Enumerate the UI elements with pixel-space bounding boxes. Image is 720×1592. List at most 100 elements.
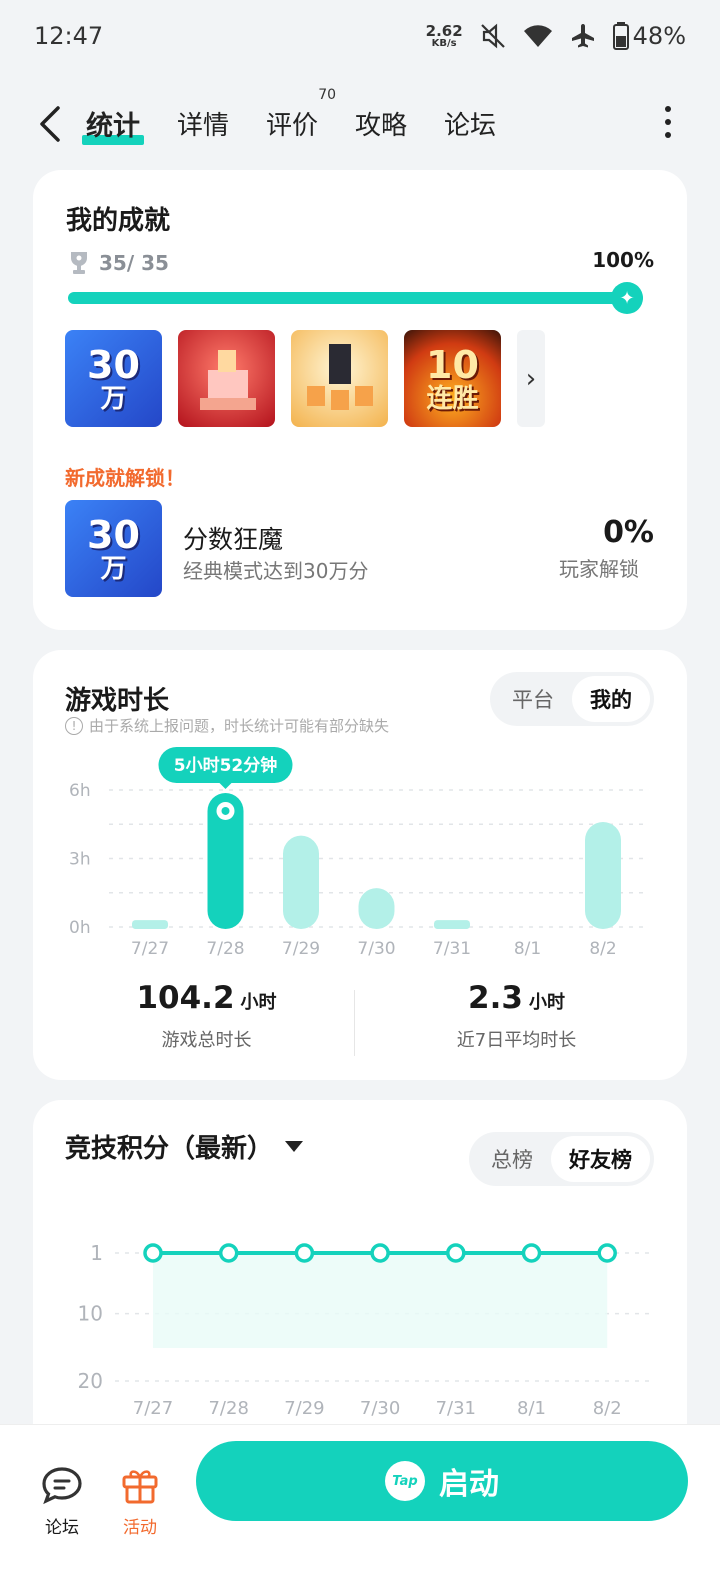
tooltip-pointer	[218, 781, 233, 789]
sparkle-icon: ✦	[611, 282, 643, 314]
tab-reviews-label: 评价	[266, 110, 319, 141]
gift-icon	[122, 1470, 158, 1504]
y-tick-label: 6h	[69, 781, 91, 801]
top-nav: 统计 详情 评价 70 攻略 论坛	[0, 87, 720, 158]
x-tick-label: 8/2	[589, 939, 616, 959]
playtime-bar-chart: 6h 3h 0h 7/27 5小时52分钟 7/28 7/29 7/30 7/31 8/1 8/2	[69, 746, 645, 959]
mute-icon	[480, 23, 505, 49]
bar	[132, 920, 168, 929]
tab-guides[interactable]: 攻略	[355, 105, 407, 142]
status-bar: 12:47 2.62 KB/s 48%	[0, 0, 720, 72]
badge-ninja-team[interactable]	[291, 330, 388, 427]
data-point	[446, 1243, 466, 1263]
new-achievement-percent: 0%	[603, 515, 654, 550]
airplane-icon	[571, 24, 594, 48]
total-playtime-value: 104.2	[136, 980, 235, 1016]
new-badge-big: 30	[87, 512, 140, 557]
avg-playtime-label: 近7日平均时长	[456, 1030, 577, 1051]
network-speed: 2.62 KB/s	[425, 21, 463, 49]
chevron-right-icon[interactable]: ›	[517, 330, 545, 427]
badge-4-small: 连胜	[426, 383, 479, 414]
badge-4-big: 10	[426, 342, 479, 387]
x-tick-label: 8/1	[514, 939, 541, 959]
y-tick-label: 1	[90, 1241, 103, 1265]
achievement-count: 35/ 35	[71, 250, 169, 276]
badge-score-300k[interactable]: 30 万	[65, 330, 162, 427]
x-tick-label: 7/31	[433, 939, 471, 959]
bar	[283, 835, 319, 929]
achievement-percent: 100%	[592, 248, 654, 272]
review-count-badge: 70	[318, 86, 337, 103]
badge-1-big: 30	[87, 342, 140, 387]
new-achievement-name: 分数狂魔	[183, 525, 284, 554]
achievements-card[interactable]: 我的成就 35/ 35 100% ✦ 30 万 10 连胜 › 新成就解锁！ 3…	[33, 170, 687, 630]
x-tick-label: 7/27	[131, 939, 169, 959]
x-tick-label: 7/29	[284, 1398, 324, 1419]
battery-percent: 48%	[632, 22, 686, 50]
network-speed-unit: KB/s	[431, 37, 457, 49]
avg-playtime: 2.3 小时 近7日平均时长	[353, 980, 680, 1052]
y-tick-label: 0h	[69, 918, 91, 938]
new-achievement-desc: 经典模式达到30万分	[183, 559, 369, 583]
bottom-forum[interactable]: 论坛	[32, 1465, 92, 1538]
x-tick-label: 7/30	[360, 1398, 400, 1419]
x-tick-label: 8/2	[593, 1398, 622, 1419]
tab-details[interactable]: 详情	[177, 105, 229, 142]
data-point	[218, 1243, 239, 1263]
bottom-bar: 论坛 活动 Tap 启动	[0, 1424, 720, 1592]
x-tick-label: 7/27	[133, 1398, 173, 1419]
trophy-icon	[71, 252, 87, 274]
achievement-count-text: 35/ 35	[99, 251, 169, 275]
tab-bar: 统计 详情 评价 70 攻略 论坛	[82, 87, 533, 158]
new-badge-small: 万	[100, 553, 127, 584]
bar	[434, 920, 470, 929]
new-achievement-badge: 30 万	[65, 500, 162, 597]
bar	[358, 888, 395, 929]
total-playtime-label: 游戏总时长	[161, 1030, 252, 1051]
ninja-icon	[307, 344, 373, 410]
battery-icon	[612, 22, 629, 50]
area-fill	[153, 1253, 608, 1348]
more-menu-icon[interactable]	[664, 106, 672, 138]
launch-label: 启动	[439, 1467, 499, 1502]
tab-forum[interactable]: 论坛	[444, 105, 496, 142]
new-achievement-label: 新成就解锁！	[65, 466, 185, 490]
badge-10-win-streak[interactable]: 10 连胜	[404, 330, 501, 427]
x-tick-label: 7/30	[357, 939, 395, 959]
x-tick-label: 7/29	[282, 939, 320, 959]
badge-trophy-podium[interactable]	[178, 330, 275, 427]
avg-playtime-unit: 小时	[528, 992, 565, 1013]
playtime-stats: 104.2 小时 游戏总时长 2.3 小时 近7日平均时长	[33, 980, 687, 1060]
bottom-activity[interactable]: 活动	[110, 1465, 170, 1538]
new-achievement-percent-label: 玩家解锁	[559, 557, 639, 581]
battery: 48%	[612, 22, 686, 50]
tooltip-label: 5小时52分钟	[174, 755, 278, 776]
total-playtime-unit: 小时	[240, 992, 277, 1013]
launch-button[interactable]: Tap 启动	[196, 1441, 688, 1521]
x-tick-label: 7/28	[208, 1398, 248, 1419]
y-tick-label: 10	[78, 1302, 103, 1326]
data-point	[597, 1243, 617, 1263]
rank-line-chart: 1 10 20 7/27 7/28 7/29 7/30 7/31 8/1 8/2	[78, 1241, 649, 1419]
data-point	[521, 1243, 542, 1263]
network-speed-value: 2.62	[425, 21, 463, 40]
data-point	[294, 1243, 315, 1263]
data-point	[143, 1243, 163, 1263]
x-tick-label: 7/31	[436, 1398, 476, 1419]
tab-stats[interactable]: 统计	[82, 104, 144, 145]
badge-1-small: 万	[100, 383, 127, 414]
wifi-icon	[523, 25, 552, 47]
back-arrow-icon[interactable]	[34, 104, 70, 144]
total-playtime: 104.2 小时 游戏总时长	[43, 980, 370, 1052]
badge-list: 30 万 10 连胜 ›	[65, 330, 545, 427]
achievements-title: 我的成就	[66, 206, 171, 236]
bottom-activity-label: 活动	[123, 1518, 157, 1538]
achievement-progress-bar	[68, 292, 643, 304]
bar	[585, 821, 621, 929]
x-tick-label: 8/1	[517, 1398, 546, 1419]
playtime-card: 游戏时长 ! 由于系统上报问题，时长统计可能有部分缺失 平台 我的 6h 3h 0h…	[33, 650, 687, 1080]
avg-playtime-value: 2.3	[468, 980, 523, 1016]
status-time: 12:47	[34, 22, 104, 50]
tab-reviews[interactable]: 评价 70	[266, 87, 336, 142]
forum-chat-icon	[42, 1467, 82, 1505]
